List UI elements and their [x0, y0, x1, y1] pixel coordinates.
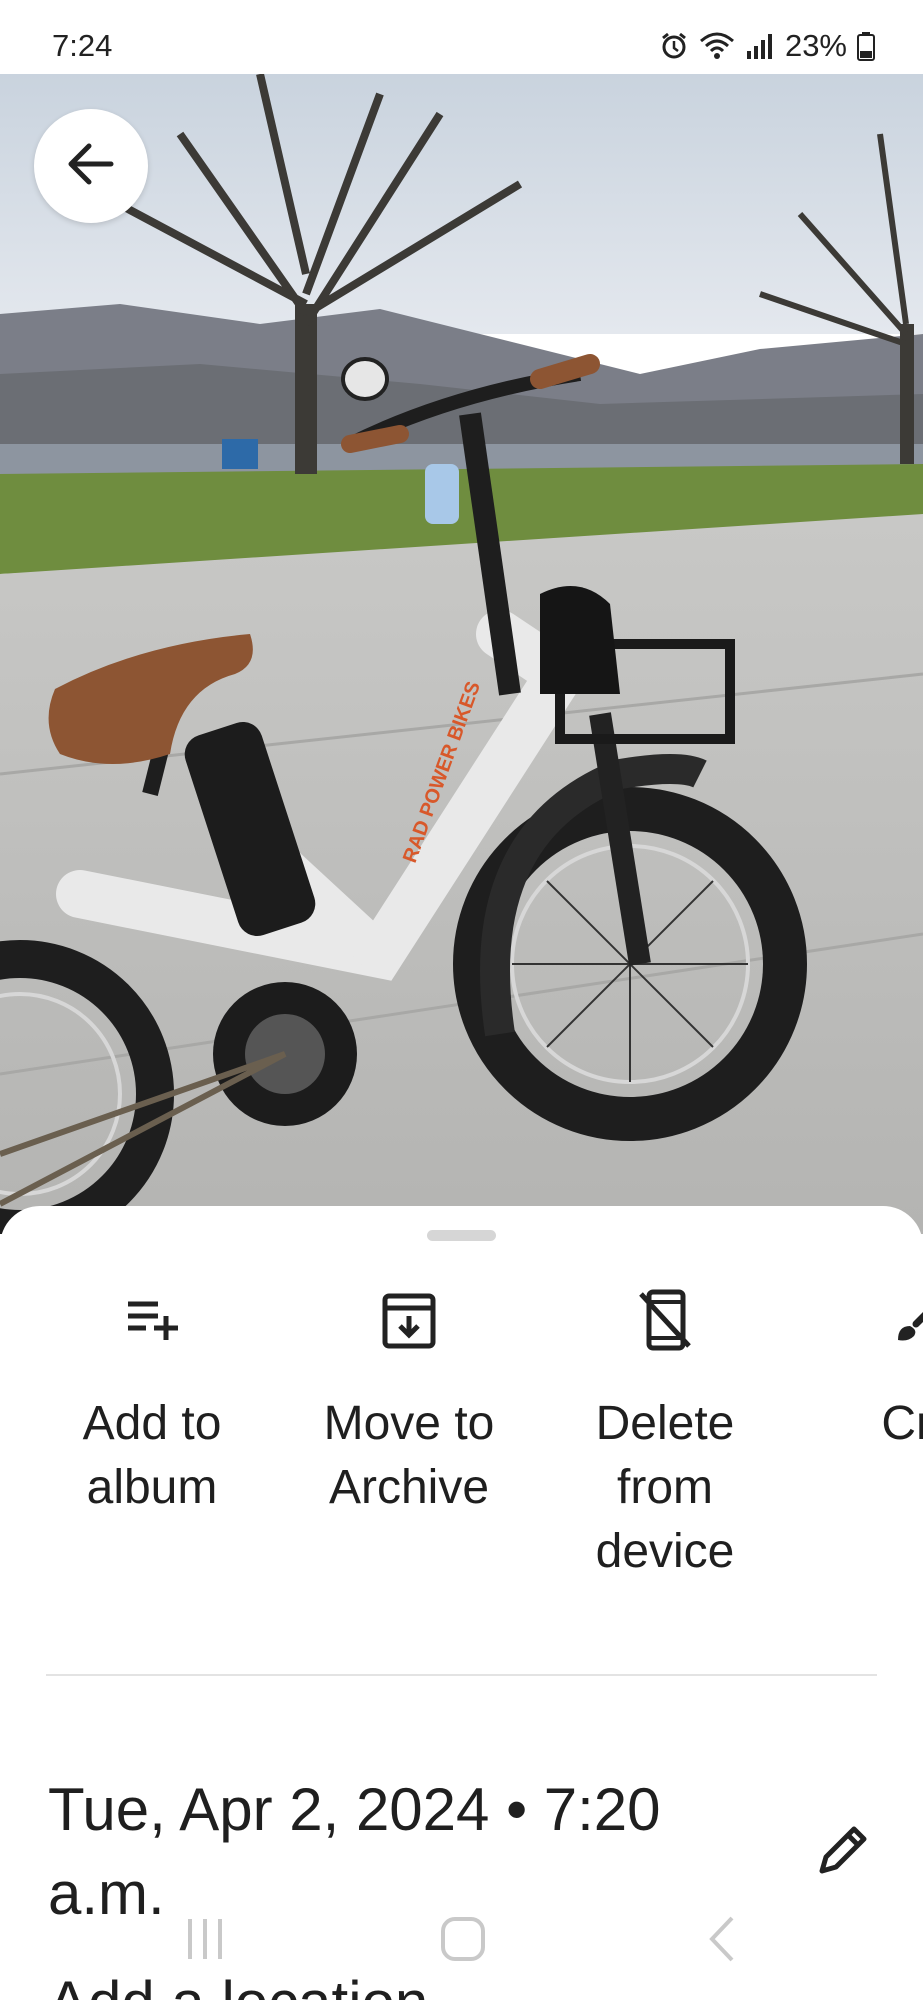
move-to-archive-label: Move to Archive	[323, 1397, 495, 1514]
add-to-album-button[interactable]: Add to album	[42, 1288, 262, 1520]
status-icons: 23%	[659, 28, 875, 64]
arrow-back-icon	[65, 138, 117, 195]
brush-icon	[888, 1288, 923, 1352]
delete-from-device-button[interactable]: Delete from device	[555, 1288, 775, 1584]
move-to-archive-button[interactable]: Move to Archive	[299, 1288, 519, 1520]
home-icon	[438, 1914, 488, 1969]
chevron-left-icon	[698, 1914, 748, 1969]
pencil-icon	[814, 1821, 872, 1884]
edit-date-button[interactable]	[811, 1820, 875, 1884]
archive-icon	[377, 1288, 441, 1352]
status-time: 7:24	[52, 28, 113, 63]
recent-apps-button[interactable]	[170, 1906, 240, 1976]
system-nav-bar	[0, 1876, 923, 2000]
battery-percent: 23%	[784, 28, 847, 63]
phone-delete-icon	[633, 1288, 697, 1352]
bike-photo: RAD POWER BIKES	[0, 74, 923, 1234]
delete-from-device-label: Delete from device	[595, 1397, 735, 1578]
signal-icon	[745, 31, 775, 61]
alarm-icon	[659, 31, 689, 61]
add-to-album-label: Add to album	[82, 1397, 222, 1514]
back-nav-button[interactable]	[688, 1906, 758, 1976]
photo-viewer[interactable]: RAD POWER BIKES	[0, 74, 923, 1234]
action-row: Add to album Move to Archive Delete from…	[0, 1288, 923, 1618]
back-button[interactable]	[34, 109, 148, 223]
drag-handle[interactable]	[427, 1230, 496, 1241]
divider	[46, 1674, 877, 1676]
playlist-add-icon	[120, 1288, 184, 1352]
create-label: Cre	[881, 1397, 923, 1450]
battery-icon	[857, 31, 875, 61]
wifi-icon	[699, 31, 735, 61]
create-button[interactable]: Cre	[810, 1288, 923, 1456]
home-button[interactable]	[428, 1906, 498, 1976]
recent-apps-icon	[180, 1914, 230, 1969]
status-bar: 7:24 23%	[0, 0, 923, 74]
